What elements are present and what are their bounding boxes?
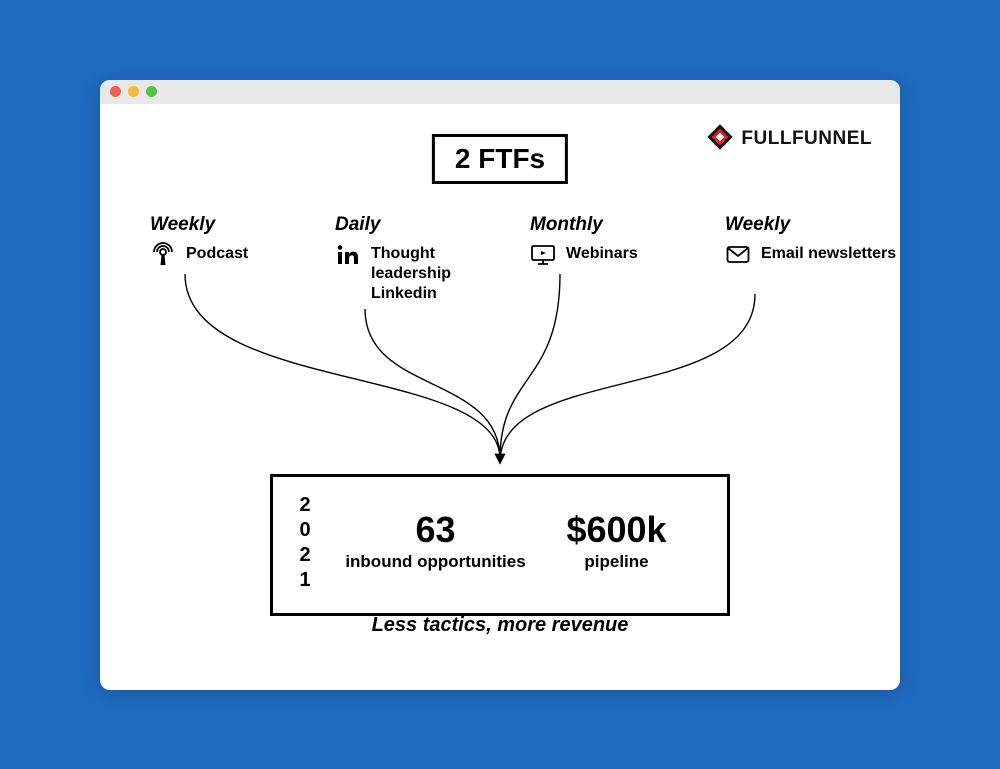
logo-icon — [705, 122, 735, 157]
stat-pipeline: $600k pipeline — [526, 512, 707, 572]
channel-label: Thought leadership Linkedin — [371, 242, 515, 304]
year-digit: 2 — [293, 543, 317, 568]
stat-inbound: 63 inbound opportunities — [345, 512, 526, 572]
stat-value: $600k — [526, 512, 707, 548]
channel-webinars: Monthly Webinars — [530, 214, 710, 268]
channel-label: Email newsletters — [761, 242, 896, 264]
podcast-icon — [150, 242, 176, 268]
stat-value: 63 — [345, 512, 526, 548]
year-digit: 2 — [293, 493, 317, 518]
year-digit: 0 — [293, 518, 317, 543]
channel-frequency: Daily — [335, 214, 515, 236]
minimize-icon[interactable] — [128, 86, 139, 97]
tagline: Less tactics, more revenue — [100, 614, 900, 637]
linkedin-icon — [335, 242, 361, 268]
webinar-icon — [530, 242, 556, 268]
email-icon — [725, 242, 751, 268]
brand-logo: FULLFUNNEL — [705, 122, 872, 157]
channel-linkedin: Daily Thought leadership Linkedin — [335, 214, 515, 304]
result-year: 2 0 2 1 — [293, 493, 317, 593]
logo-text: FULLFUNNEL — [741, 128, 872, 150]
channel-podcast: Weekly Podcast — [150, 214, 330, 268]
channel-label: Webinars — [566, 242, 638, 264]
channel-label: Podcast — [186, 242, 248, 264]
channel-frequency: Weekly — [725, 214, 900, 236]
stat-label: inbound opportunities — [345, 552, 526, 572]
maximize-icon[interactable] — [146, 86, 157, 97]
close-icon[interactable] — [110, 86, 121, 97]
year-digit: 1 — [293, 568, 317, 593]
channel-email: Weekly Email newsletters — [725, 214, 900, 268]
diagram-canvas: FULLFUNNEL 2 FTFs Weekly Podcast Dail — [100, 104, 900, 690]
results-box: 2 0 2 1 63 inbound opportunities $600k p… — [270, 474, 730, 616]
channel-frequency: Weekly — [150, 214, 330, 236]
channel-frequency: Monthly — [530, 214, 710, 236]
window-titlebar — [100, 80, 900, 104]
ftf-title-box: 2 FTFs — [432, 134, 568, 184]
app-window: FULLFUNNEL 2 FTFs Weekly Podcast Dail — [100, 80, 900, 690]
stat-label: pipeline — [526, 552, 707, 572]
